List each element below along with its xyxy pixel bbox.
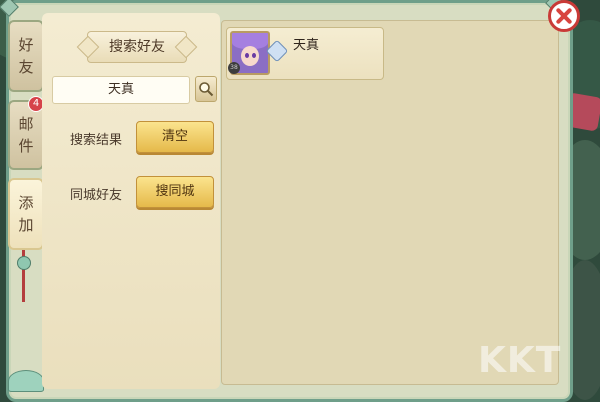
avatar-eye <box>245 53 249 58</box>
tab-label: 加 <box>18 216 34 234</box>
tab-friends[interactable]: 好 友 <box>8 20 44 92</box>
tab-label: 件 <box>18 137 34 155</box>
tab-label: 邮 <box>18 115 34 133</box>
avatar-face <box>241 46 259 66</box>
lotus-ornament <box>8 370 44 392</box>
search-icon <box>199 82 214 97</box>
site-watermark: KKT <box>478 340 562 381</box>
tab-label: 友 <box>18 58 34 76</box>
search-city-button[interactable]: 搜同城 <box>136 176 214 208</box>
close-button[interactable] <box>548 0 580 32</box>
tab-add[interactable]: 添 加 <box>8 178 44 250</box>
same-city-label: 同城好友 <box>70 188 123 203</box>
avatar-eye <box>252 53 256 58</box>
clear-button[interactable]: 清空 <box>136 121 214 153</box>
friend-name: 天真 <box>293 38 320 53</box>
panel-title: 搜索好友 <box>87 31 187 63</box>
tab-label: 好 <box>18 36 34 54</box>
tab-label: 添 <box>18 194 34 212</box>
search-button[interactable] <box>195 76 217 102</box>
search-input[interactable]: 天真 <box>52 76 190 104</box>
search-result-label: 搜索结果 <box>70 133 123 148</box>
level-badge: 38 <box>228 62 240 74</box>
jade-bead-ornament <box>17 256 31 270</box>
